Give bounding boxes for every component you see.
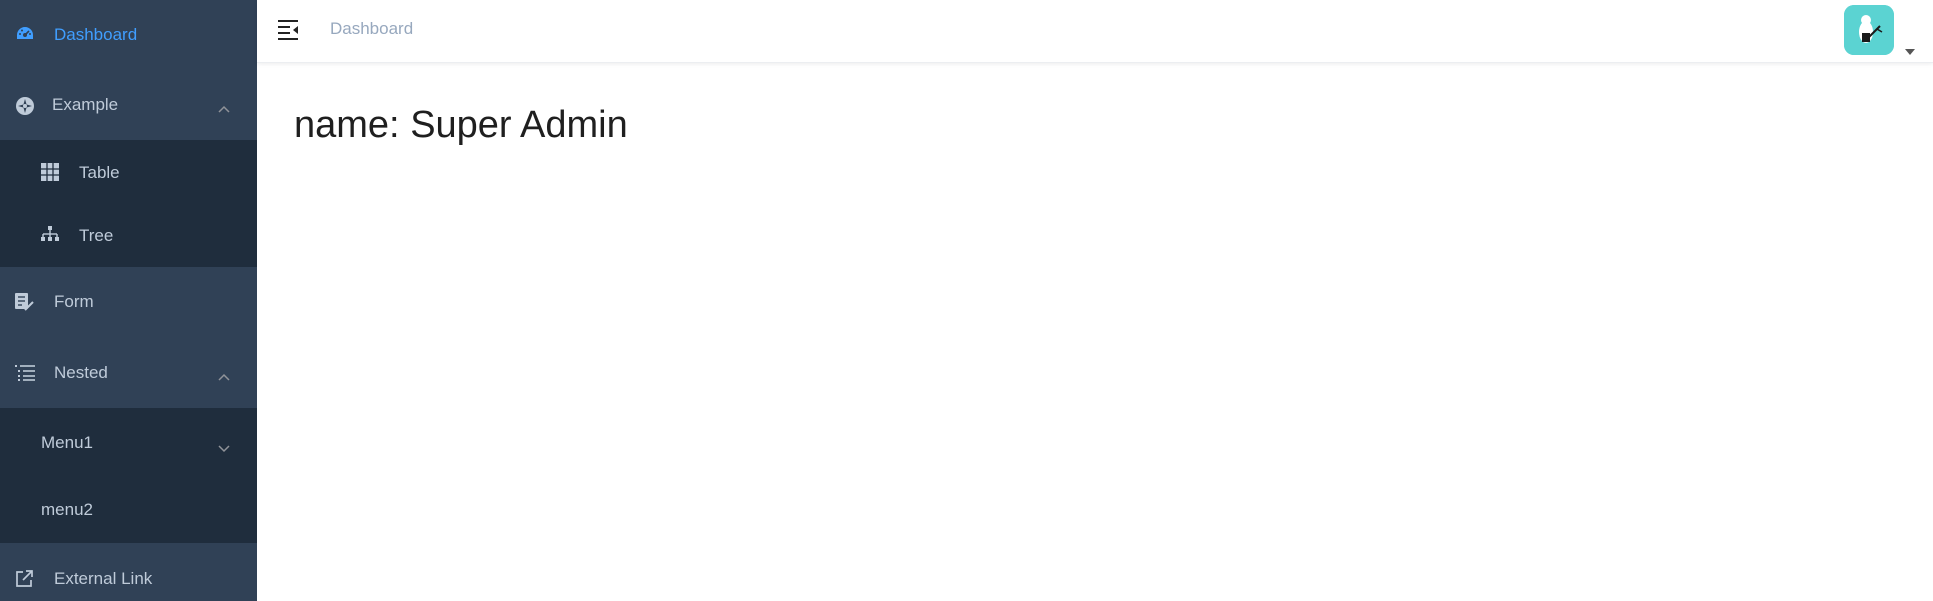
caret-down-icon[interactable] (1905, 42, 1915, 60)
sidebar-item-table[interactable]: Table (0, 140, 257, 204)
nested-icon (15, 364, 37, 384)
name-separator (400, 104, 411, 146)
chevron-up-icon (216, 367, 232, 381)
sidebar-item-menu2[interactable]: menu2 (0, 476, 257, 543)
sidebar-item-form[interactable]: Form (0, 267, 257, 337)
table-icon (41, 163, 63, 183)
sidebar-item-dashboard[interactable]: Dashboard (0, 0, 257, 70)
sidebar-item-label: Nested (54, 363, 108, 382)
sidebar-item-label: External Link (54, 569, 153, 588)
sidebar-item-label: Tree (79, 226, 114, 245)
sidebar-item-external-link[interactable]: External Link (0, 543, 257, 601)
dashboard-name-text: name: Super Admin (294, 104, 628, 147)
external-link-icon (15, 570, 37, 590)
sidebar-item-tree[interactable]: Tree (0, 204, 257, 267)
hamburger-icon[interactable] (277, 18, 299, 40)
dashboard-icon (15, 25, 37, 45)
form-icon (15, 293, 37, 313)
breadcrumb: Dashboard (330, 19, 414, 38)
sidebar-item-nested[interactable]: Nested (0, 337, 257, 408)
sidebar-item-label: Menu1 (41, 433, 93, 452)
avatar[interactable] (1844, 5, 1894, 55)
name-prefix: name: (294, 104, 400, 146)
example-icon (15, 96, 37, 116)
sidebar-item-label: menu2 (41, 500, 93, 519)
sidebar-item-label: Example (52, 95, 119, 114)
sidebar-item-menu1[interactable]: Menu1 (0, 408, 257, 476)
user-name: Super Admin (410, 104, 628, 146)
sidebar-item-label: Dashboard (54, 25, 138, 44)
chevron-down-icon (216, 438, 232, 453)
sidebar-item-label: Form (54, 292, 94, 311)
navbar: Dashboard (257, 0, 1933, 63)
chevron-up-icon (216, 99, 232, 113)
sidebar-item-label: Table (79, 163, 120, 182)
sidebar: Dashboard Example Table Tree Form Nested… (0, 0, 257, 601)
sidebar-item-example[interactable]: Example (0, 70, 257, 140)
tree-icon (41, 226, 63, 246)
